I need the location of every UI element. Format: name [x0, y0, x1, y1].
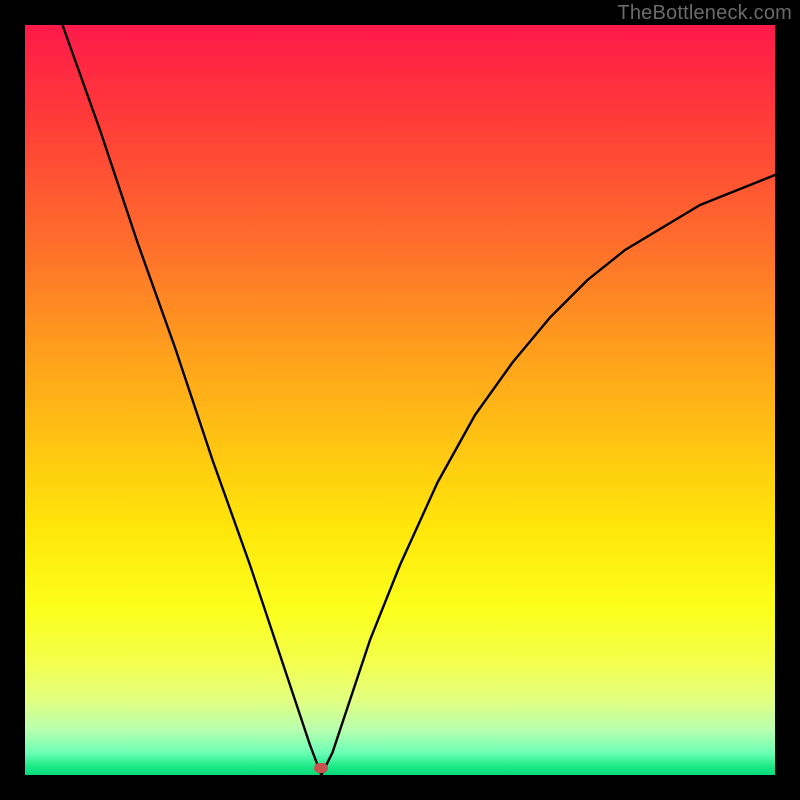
- curve-svg: [25, 25, 775, 775]
- watermark-text: TheBottleneck.com: [617, 2, 792, 25]
- bottleneck-curve: [63, 25, 776, 775]
- chart-frame: TheBottleneck.com: [0, 0, 800, 800]
- plot-area: [25, 25, 775, 775]
- marker-dot: [314, 763, 328, 773]
